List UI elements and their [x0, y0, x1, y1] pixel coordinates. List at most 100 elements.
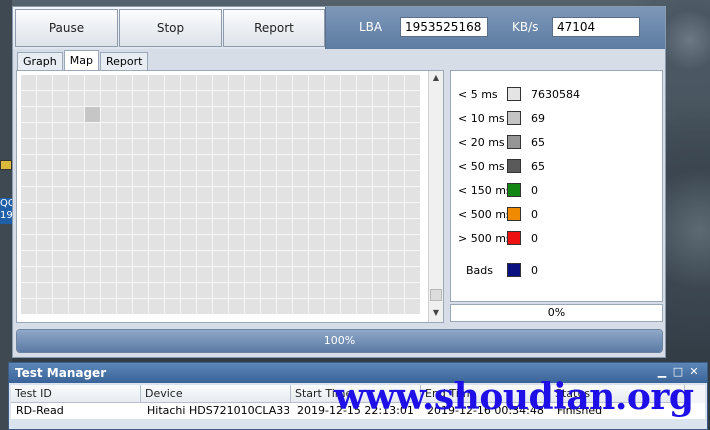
map-block: [389, 283, 404, 298]
tab-report[interactable]: Report: [99, 52, 149, 70]
map-block: [293, 139, 308, 154]
map-block: [325, 267, 340, 282]
legend-row: < 5 ms 7630584: [451, 85, 662, 105]
map-block: [293, 75, 308, 90]
map-block: [181, 75, 196, 90]
map-block: [261, 107, 276, 122]
map-block: [341, 91, 356, 106]
map-block: [133, 299, 148, 314]
map-block: [373, 219, 388, 234]
map-block: [165, 139, 180, 154]
map-block: [117, 203, 132, 218]
map-block: [197, 91, 212, 106]
stop-button[interactable]: Stop: [119, 9, 222, 47]
map-block: [37, 75, 52, 90]
map-block: [229, 107, 244, 122]
scroll-thumb[interactable]: [430, 289, 442, 301]
map-block: [357, 203, 372, 218]
map-block: [325, 187, 340, 202]
scroll-up-icon[interactable]: ▲: [431, 73, 441, 83]
map-block: [101, 219, 116, 234]
map-block: [229, 171, 244, 186]
map-block: [197, 171, 212, 186]
map-block: [181, 107, 196, 122]
map-block: [357, 219, 372, 234]
legend-swatch: [507, 87, 521, 101]
map-block: [133, 235, 148, 250]
map-scrollbar[interactable]: ▲ ▼: [428, 71, 443, 322]
map-block: [309, 123, 324, 138]
legend-swatch: [507, 231, 521, 245]
tab-graph[interactable]: Graph: [17, 52, 63, 70]
scroll-down-icon[interactable]: ▼: [431, 308, 441, 318]
legend-value: 0: [531, 208, 538, 221]
map-block: [69, 299, 84, 314]
map-block: [341, 235, 356, 250]
map-block: [293, 235, 308, 250]
map-block: [277, 235, 292, 250]
map-block: [101, 107, 116, 122]
map-block: [277, 299, 292, 314]
map-block: [181, 123, 196, 138]
map-block: [101, 155, 116, 170]
map-block: [37, 267, 52, 282]
map-percent: 0%: [450, 304, 663, 322]
map-block: [101, 171, 116, 186]
map-block: [245, 171, 260, 186]
map-block: [165, 235, 180, 250]
map-block: [101, 139, 116, 154]
legend-row: < 500 ms 0: [451, 205, 662, 225]
map-block: [101, 203, 116, 218]
map-block: [101, 91, 116, 106]
folder-icon[interactable]: [0, 160, 12, 170]
map-block: [405, 219, 420, 234]
pause-button[interactable]: Pause: [15, 9, 118, 47]
map-block: [229, 267, 244, 282]
map-block: [405, 139, 420, 154]
map-block: [373, 187, 388, 202]
scan-window: Pause Stop Report LBA 1953525168 KB/s 47…: [12, 6, 666, 358]
map-block: [149, 203, 164, 218]
column-device[interactable]: Device: [141, 385, 291, 403]
map-block: [165, 187, 180, 202]
map-block: [181, 283, 196, 298]
map-block: [85, 171, 100, 186]
map-block: [245, 203, 260, 218]
legend-label: < 50 ms: [458, 160, 505, 173]
legend-label: < 20 ms: [458, 136, 505, 149]
map-block: [37, 299, 52, 314]
legend-label: < 500 ms: [458, 208, 512, 221]
map-block: [309, 267, 324, 282]
map-block: [37, 171, 52, 186]
scan-progress-bar: 100%: [16, 329, 663, 353]
map-block: [229, 75, 244, 90]
column-test-id[interactable]: Test ID: [11, 385, 141, 403]
map-block: [53, 187, 68, 202]
map-block: [293, 187, 308, 202]
map-block: [405, 187, 420, 202]
map-block: [325, 299, 340, 314]
lba-value: 1953525168: [400, 17, 488, 37]
tab-map[interactable]: Map: [63, 50, 99, 70]
map-block: [21, 235, 36, 250]
map-block: [181, 91, 196, 106]
map-block: [69, 171, 84, 186]
map-block: [389, 139, 404, 154]
map-block: [21, 219, 36, 234]
map-block: [69, 203, 84, 218]
map-block: [245, 75, 260, 90]
map-block: [277, 107, 292, 122]
legend-swatch: [507, 207, 521, 221]
legend-value: 0: [531, 184, 538, 197]
map-block: [85, 187, 100, 202]
map-block: [53, 283, 68, 298]
map-block: [149, 75, 164, 90]
map-block: [133, 187, 148, 202]
map-block: [213, 283, 228, 298]
map-block: [197, 283, 212, 298]
map-block: [21, 299, 36, 314]
map-block: [53, 299, 68, 314]
map-block: [85, 283, 100, 298]
map-block: [277, 139, 292, 154]
report-button[interactable]: Report: [223, 9, 325, 47]
